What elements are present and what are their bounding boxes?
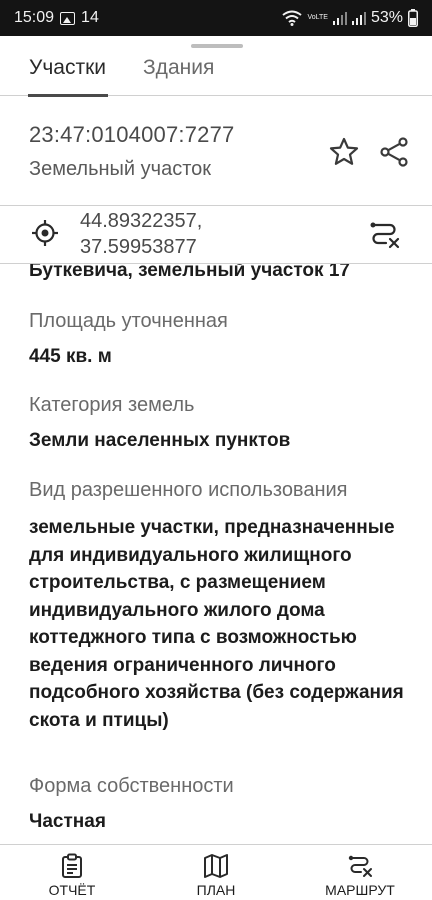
status-time: 15:09: [14, 9, 55, 26]
coordinate-latitude[interactable]: 44.89322357,: [80, 210, 202, 233]
route-icon: [348, 855, 372, 877]
cadastral-number[interactable]: 23:47:0104007:7277: [29, 122, 234, 148]
map-icon: [204, 854, 228, 878]
address-value: Буткевича, земельный участок 17: [29, 264, 350, 281]
status-left: 15:09 14: [14, 9, 99, 27]
notification-count: 14: [81, 9, 99, 26]
favorite-star-icon[interactable]: [328, 136, 360, 168]
area-value: 445 кв. м: [29, 346, 112, 367]
land-category-label: Категория земель: [29, 394, 195, 416]
volte-indicator: VoLTE: [307, 14, 328, 21]
permitted-use-value: земельные участки, предназначенные для и…: [29, 517, 404, 731]
bottom-navigation: ОТЧЁТ ПЛАН МАРШРУТ: [0, 844, 432, 900]
route-clear-icon[interactable]: [368, 219, 402, 249]
my-location-target-icon[interactable]: [31, 219, 59, 247]
status-bar: 15:09 14 VoLTE 53%: [0, 0, 432, 36]
land-category-value: Земли населенных пунктов: [29, 430, 291, 451]
nav-route[interactable]: МАРШРУТ: [300, 845, 420, 900]
share-icon[interactable]: [378, 136, 410, 168]
signal-icon-1: [332, 12, 347, 25]
coordinates-row: 44.89322357, 37.59953877: [0, 206, 432, 264]
nav-route-label: МАРШРУТ: [325, 882, 395, 898]
signal-icon-2: [351, 12, 366, 25]
wifi-icon: [282, 10, 303, 26]
coordinate-longitude[interactable]: 37.59953877: [80, 236, 197, 259]
ownership-label: Форма собственности: [29, 775, 234, 797]
area-label: Площадь уточненная: [29, 310, 228, 332]
nav-report[interactable]: ОТЧЁТ: [12, 845, 132, 900]
nav-report-label: ОТЧЁТ: [48, 882, 96, 898]
tab-parcels[interactable]: Участки: [28, 56, 108, 97]
sheet-drag-handle[interactable]: [191, 44, 243, 48]
nav-plan[interactable]: ПЛАН: [156, 845, 276, 900]
nav-plan-label: ПЛАН: [196, 882, 236, 898]
permitted-use-label: Вид разрешенного использования: [29, 479, 348, 501]
tab-buildings[interactable]: Здания: [143, 56, 214, 80]
battery-level: 53%: [370, 9, 403, 26]
parcel-details: Буткевича, земельный участок 17 Площадь …: [0, 264, 432, 844]
clipboard-icon: [62, 853, 82, 878]
tab-bar: Участки Здания: [0, 50, 432, 97]
parcel-type: Земельный участок: [29, 158, 212, 180]
ownership-value: Частная: [29, 811, 106, 832]
parcel-info-sheet: Участки Здания 23:47:0104007:7277 Земель…: [0, 36, 432, 900]
battery-icon: [408, 9, 418, 27]
status-right: VoLTE 53%: [282, 9, 418, 27]
image-notification-icon: [60, 11, 76, 25]
parcel-header: 23:47:0104007:7277 Земельный участок: [0, 96, 432, 206]
